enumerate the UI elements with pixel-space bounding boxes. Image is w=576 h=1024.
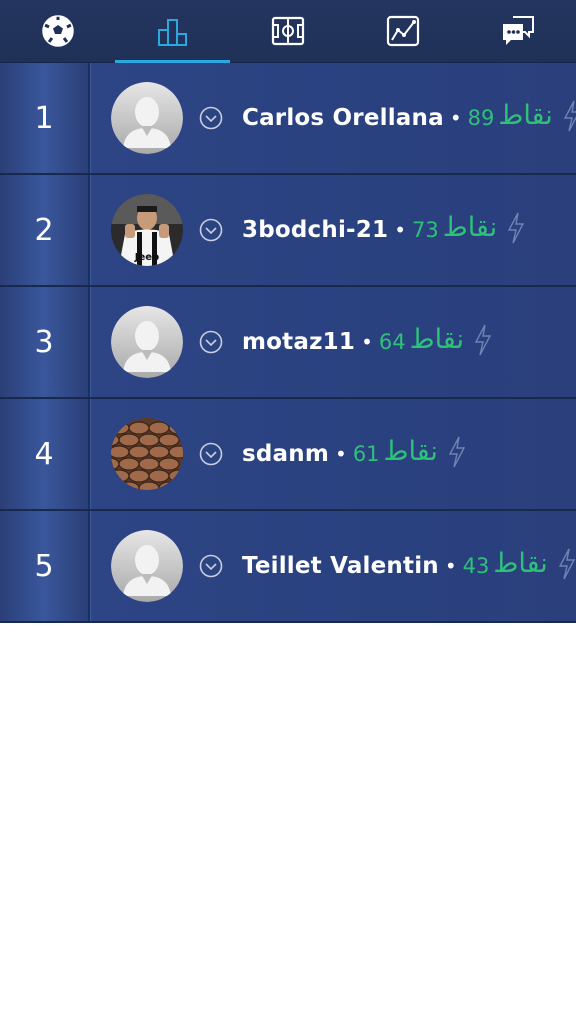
svg-text:Jeep: Jeep: [134, 252, 159, 263]
avatar[interactable]: [111, 418, 183, 490]
points-label: نقاط: [442, 211, 498, 243]
list-item[interactable]: 5 Teillet Valentin • 43 نقاط: [0, 511, 576, 623]
lightning-bolt-icon: [507, 212, 525, 248]
player-name: Carlos Orellana: [242, 105, 444, 131]
lightning-bolt-icon: [474, 324, 492, 360]
lightning-bolt-icon: [563, 100, 576, 136]
rank-number: 4: [34, 436, 54, 472]
points-label: نقاط: [383, 435, 438, 467]
player-name: 3bodchi-21: [242, 217, 389, 243]
avatar[interactable]: [111, 306, 183, 378]
score-value: 73: [411, 218, 439, 242]
name-score-line: 3bodchi-21 • 73 نقاط: [242, 175, 525, 285]
chevron-down-icon[interactable]: [199, 442, 223, 466]
rank-cell: 2: [0, 175, 90, 285]
rank-cell: 4: [0, 399, 90, 509]
player-name: sdanm: [242, 441, 330, 467]
avatar[interactable]: Jeep: [111, 194, 183, 266]
pitch-field-icon: [270, 14, 306, 48]
player-name: motaz11: [242, 329, 356, 355]
leaderboard-podium-icon: [156, 14, 190, 48]
chevron-down-icon[interactable]: [199, 330, 223, 354]
player-info: Jeep 3bodchi-21 • 73 نقاط: [90, 175, 576, 285]
avatar[interactable]: [111, 530, 183, 602]
lightning-bolt-icon: [558, 548, 576, 584]
player-info: motaz11 • 64 نقاط: [90, 287, 576, 397]
top-tab-bar: [0, 0, 576, 63]
name-score-line: Teillet Valentin • 43 نقاط: [242, 511, 576, 621]
rank-number: 5: [34, 548, 54, 584]
player-photo-icon: Jeep: [111, 194, 183, 266]
separator-dot: •: [394, 218, 406, 242]
separator-dot: •: [444, 554, 457, 578]
chevron-down-icon[interactable]: [199, 554, 223, 578]
default-avatar-icon: [111, 306, 183, 378]
chevron-down-icon[interactable]: [199, 218, 223, 242]
soccer-ball-icon: [41, 14, 75, 48]
default-avatar-icon: [111, 82, 183, 154]
rank-number: 3: [34, 324, 54, 360]
list-item[interactable]: 4 sdanm • 61 نقاط: [0, 399, 576, 511]
player-info: Teillet Valentin • 43 نقاط: [90, 511, 576, 621]
app-root: 1 Carlos Orellana • 89 نقاط 2 Jeep 3bodc…: [0, 0, 576, 1024]
separator-dot: •: [335, 442, 347, 466]
avatar[interactable]: [111, 82, 183, 154]
player-info: Carlos Orellana • 89 نقاط: [90, 63, 576, 173]
points-label: نقاط: [498, 99, 553, 131]
score-value: 64: [378, 330, 406, 354]
chevron-down-icon[interactable]: [199, 106, 223, 130]
points-label: نقاط: [409, 323, 464, 355]
list-item[interactable]: 2 Jeep 3bodchi-21 • 73 نقاط: [0, 175, 576, 287]
default-avatar-icon: [111, 530, 183, 602]
rank-number: 2: [34, 212, 54, 248]
rank-cell: 1: [0, 63, 90, 173]
name-score-line: motaz11 • 64 نقاط: [242, 287, 492, 397]
stats-chart-icon: [385, 14, 421, 48]
score-value: 61: [352, 442, 380, 466]
score-value: 43: [462, 554, 490, 578]
tab-chat[interactable]: [461, 0, 576, 62]
tab-leaderboard[interactable]: [115, 0, 231, 63]
chat-bubbles-icon: [499, 14, 537, 48]
rank-cell: 3: [0, 287, 90, 397]
rank-number: 1: [34, 100, 54, 136]
list-item[interactable]: 3 motaz11 • 64 نقاط: [0, 287, 576, 399]
score-value: 89: [467, 106, 495, 130]
name-score-line: Carlos Orellana • 89 نقاط: [242, 63, 576, 173]
list-item[interactable]: 1 Carlos Orellana • 89 نقاط: [0, 63, 576, 175]
lightning-bolt-icon: [448, 436, 466, 472]
texture-photo-icon: [111, 418, 183, 490]
player-name: Teillet Valentin: [242, 553, 439, 579]
points-label: نقاط: [493, 547, 548, 579]
player-info: sdanm • 61 نقاط: [90, 399, 576, 509]
tab-pitch[interactable]: [230, 0, 345, 62]
separator-dot: •: [361, 330, 373, 354]
separator-dot: •: [449, 106, 462, 130]
leaderboard-list: 1 Carlos Orellana • 89 نقاط 2 Jeep 3bodc…: [0, 63, 576, 623]
tab-matches[interactable]: [0, 0, 115, 62]
name-score-line: sdanm • 61 نقاط: [242, 399, 466, 509]
tab-stats[interactable]: [346, 0, 461, 62]
rank-cell: 5: [0, 511, 90, 621]
